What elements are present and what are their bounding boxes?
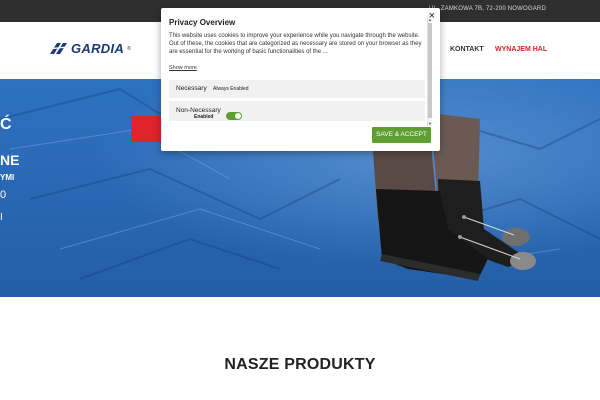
hero-text-fragment-3: YMI — [0, 173, 15, 182]
necessary-status: Always Enabled — [213, 86, 249, 92]
cookie-description: This website uses cookies to improve you… — [169, 33, 422, 55]
non-necessary-label: Non-Necessary — [176, 107, 221, 114]
page: UL. ZAMKOWA 7B, 72-200 NOWOGARD GARDIA ®… — [0, 0, 600, 400]
logo-text: GARDIA — [71, 41, 125, 56]
cookie-category-non-necessary[interactable]: Non-Necessary Enabled — [169, 101, 425, 121]
scroll-up-icon[interactable]: ▲ — [428, 18, 432, 22]
logo-mark-icon — [47, 43, 68, 54]
logo[interactable]: GARDIA ® — [47, 41, 131, 56]
hero-cta-block[interactable] — [131, 116, 165, 142]
scroll-down-icon[interactable]: ▼ — [428, 122, 432, 126]
non-necessary-toggle[interactable] — [226, 112, 242, 120]
cookie-content: Privacy Overview This website uses cooki… — [169, 18, 429, 128]
non-necessary-toggle-label: Enabled — [194, 114, 214, 120]
hero-text-fragment-2: NE — [0, 152, 20, 168]
hero-text-fragment-4: 0 — [0, 189, 7, 201]
necessary-label: Necessary — [176, 85, 207, 92]
cookie-title: Privacy Overview — [169, 18, 236, 27]
nav-wynajem-hal[interactable]: WYNAJEM HAL — [495, 46, 547, 53]
toggle-knob — [235, 113, 241, 119]
cookie-scrollbar[interactable]: ▲ ▼ — [427, 18, 432, 126]
hero-text-fragment-1: Ć — [0, 116, 12, 133]
save-accept-button[interactable]: SAVE & ACCEPT — [372, 127, 431, 143]
cookie-consent-modal: × Privacy Overview This website uses coo… — [161, 8, 440, 151]
nav-kontakt[interactable]: KONTAKT — [450, 46, 484, 53]
section-title: NASZE PRODUKTY — [224, 356, 376, 373]
scrollbar-thumb[interactable] — [428, 23, 432, 118]
logo-registered-mark: ® — [127, 45, 131, 52]
hero-text-fragment-5: I — [0, 212, 3, 223]
cookie-category-necessary[interactable]: Necessary Always Enabled — [169, 80, 425, 98]
show-more-link[interactable]: Show more — [169, 65, 197, 71]
address-text: UL. ZAMKOWA 7B, 72-200 NOWOGARD — [428, 6, 546, 12]
